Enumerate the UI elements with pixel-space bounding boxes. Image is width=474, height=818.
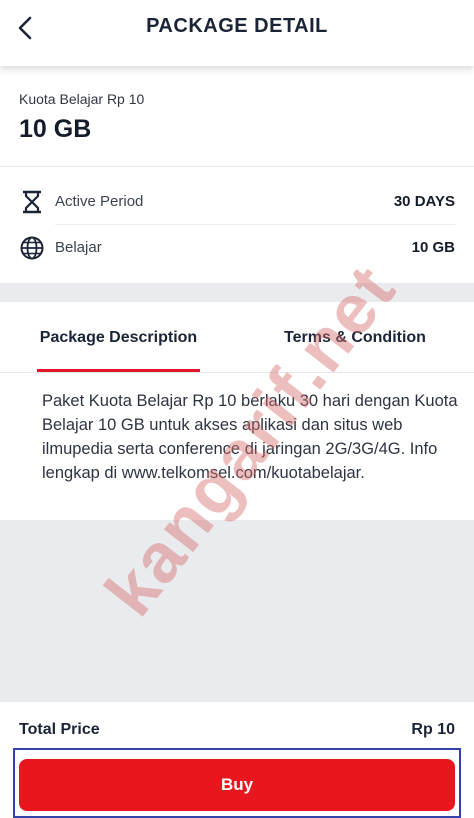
divider xyxy=(0,166,474,167)
package-description-panel: Paket Kuota Belajar Rp 10 berlaku 30 har… xyxy=(0,373,474,520)
buy-button[interactable]: Buy xyxy=(19,759,455,811)
total-price-value: Rp 10 xyxy=(411,721,455,738)
tab-label: Terms & Condition xyxy=(284,329,426,346)
detail-row-active-period: Active Period 30 DAYS xyxy=(0,179,474,225)
tab-bar: Package Description Terms & Condition xyxy=(0,302,474,373)
detail-value: 30 DAYS xyxy=(393,193,455,210)
package-summary: Kuota Belajar Rp 10 10 GB xyxy=(0,66,474,166)
empty-area xyxy=(0,520,474,702)
app-header: PACKAGE DETAIL xyxy=(0,0,474,66)
section-spacer xyxy=(0,283,474,302)
globe-icon xyxy=(19,235,45,261)
hourglass-icon xyxy=(19,189,45,215)
page-title: PACKAGE DETAIL xyxy=(146,15,328,37)
package-name: Kuota Belajar Rp 10 xyxy=(19,91,145,107)
package-size: 10 GB xyxy=(19,115,92,143)
tab-terms-condition[interactable]: Terms & Condition xyxy=(255,302,455,372)
tab-package-description[interactable]: Package Description xyxy=(37,302,200,372)
total-price-label: Total Price xyxy=(19,721,100,738)
detail-row-belajar: Belajar 10 GB xyxy=(0,225,474,271)
detail-value: 10 GB xyxy=(411,239,455,256)
package-description-text: Paket Kuota Belajar Rp 10 berlaku 30 har… xyxy=(42,392,458,482)
detail-label: Active Period xyxy=(55,193,144,210)
tab-label: Package Description xyxy=(39,329,198,346)
detail-label: Belajar xyxy=(55,239,102,256)
checkout-footer: Total Price Rp 10 Buy xyxy=(0,702,474,818)
